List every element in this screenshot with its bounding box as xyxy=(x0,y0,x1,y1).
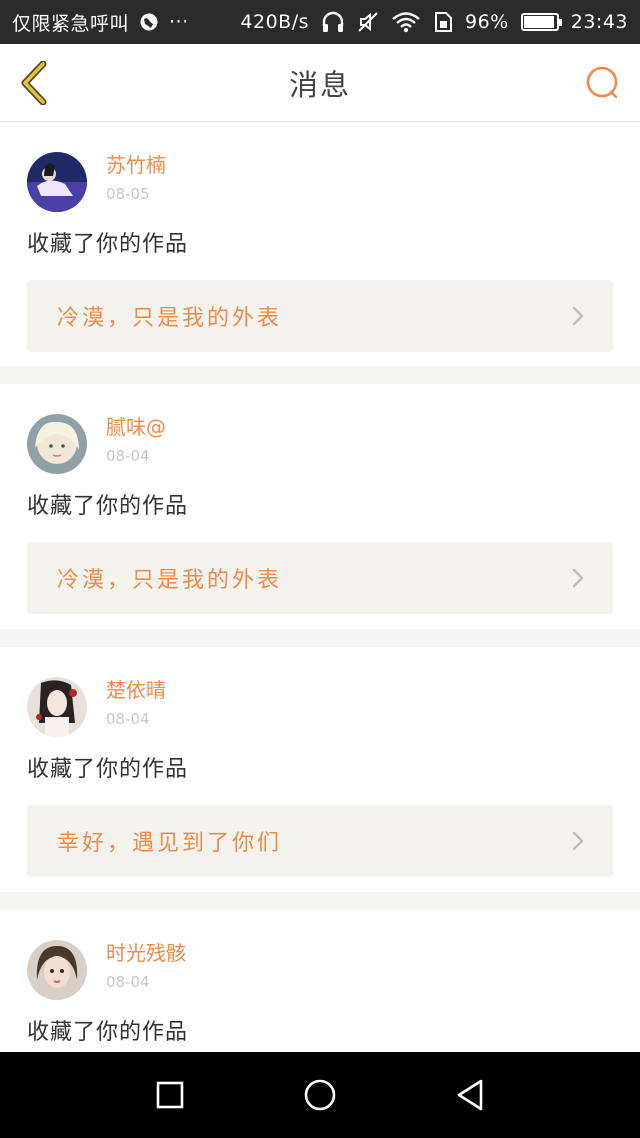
user-name[interactable]: 苏竹楠 xyxy=(106,151,166,179)
system-nav-bar xyxy=(0,1052,640,1138)
action-text: 收藏了你的作品 xyxy=(27,757,189,782)
user-name[interactable]: 时光残骸 xyxy=(106,939,186,967)
message-date: 08-05 xyxy=(106,185,150,203)
carrier-text: 仅限紧急呼叫 xyxy=(12,12,130,35)
chevron-right-icon xyxy=(571,830,585,852)
avatar[interactable] xyxy=(27,677,87,737)
battery-percent: 96% xyxy=(465,11,509,33)
home-button[interactable] xyxy=(300,1075,340,1115)
action-text: 收藏了你的作品 xyxy=(27,232,189,257)
top-header: 消息 xyxy=(0,44,640,122)
network-speed: 420B/s xyxy=(240,11,309,33)
action-text: 收藏了你的作品 xyxy=(27,494,189,519)
avatar[interactable] xyxy=(27,152,87,212)
circle-home-icon xyxy=(304,1079,336,1111)
search-button[interactable] xyxy=(582,62,624,104)
message-item[interactable]: 苏竹楠 08-05 收藏了你的作品 冷漠，只是我的外表 xyxy=(0,122,640,366)
message-item[interactable]: 楚依晴 08-04 收藏了你的作品 幸好，遇见到了你们 xyxy=(0,647,640,892)
clock-time: 23:43 xyxy=(570,11,628,33)
wifi-icon xyxy=(391,11,421,33)
avatar[interactable] xyxy=(27,414,87,474)
work-card[interactable]: 冷漠，只是我的外表 xyxy=(27,280,613,352)
chevron-left-icon xyxy=(21,61,47,105)
message-date: 08-04 xyxy=(106,710,150,728)
search-icon xyxy=(586,66,618,99)
triangle-back-icon xyxy=(457,1079,483,1111)
work-card[interactable]: 冷漠，只是我的外表 xyxy=(27,542,613,614)
system-back-button[interactable] xyxy=(450,1075,490,1115)
recent-apps-button[interactable] xyxy=(150,1075,190,1115)
avatar[interactable] xyxy=(27,940,87,1000)
message-list[interactable]: 苏竹楠 08-05 收藏了你的作品 冷漠，只是我的外表 腻味@ 08-04 收藏… xyxy=(0,122,640,1052)
more-notifications: ··· xyxy=(169,11,189,33)
page-title: 消息 xyxy=(288,67,351,102)
mute-icon xyxy=(357,11,379,33)
message-date: 08-04 xyxy=(106,447,150,465)
message-date: 08-04 xyxy=(106,973,150,991)
chevron-right-icon xyxy=(571,567,585,589)
headphones-icon xyxy=(321,11,345,33)
work-title: 冷漠，只是我的外表 xyxy=(57,306,283,331)
message-item[interactable]: 时光残骸 08-04 收藏了你的作品 xyxy=(0,910,640,1052)
status-bar: 仅限紧急呼叫 ··· 420B/s 96% 23:43 xyxy=(0,0,640,44)
user-name[interactable]: 楚依晴 xyxy=(106,676,166,704)
action-text: 收藏了你的作品 xyxy=(27,1020,189,1045)
chevron-right-icon xyxy=(571,305,585,327)
sim-card-icon xyxy=(433,11,453,33)
back-button[interactable] xyxy=(14,58,54,108)
work-title: 冷漠，只是我的外表 xyxy=(57,568,283,593)
user-name[interactable]: 腻味@ xyxy=(106,413,166,441)
square-recent-icon xyxy=(156,1081,184,1109)
globe-icon xyxy=(139,12,159,32)
battery-icon xyxy=(520,13,562,31)
work-card[interactable]: 幸好，遇见到了你们 xyxy=(27,805,613,877)
message-item[interactable]: 腻味@ 08-04 收藏了你的作品 冷漠，只是我的外表 xyxy=(0,384,640,629)
work-title: 幸好，遇见到了你们 xyxy=(57,831,283,856)
